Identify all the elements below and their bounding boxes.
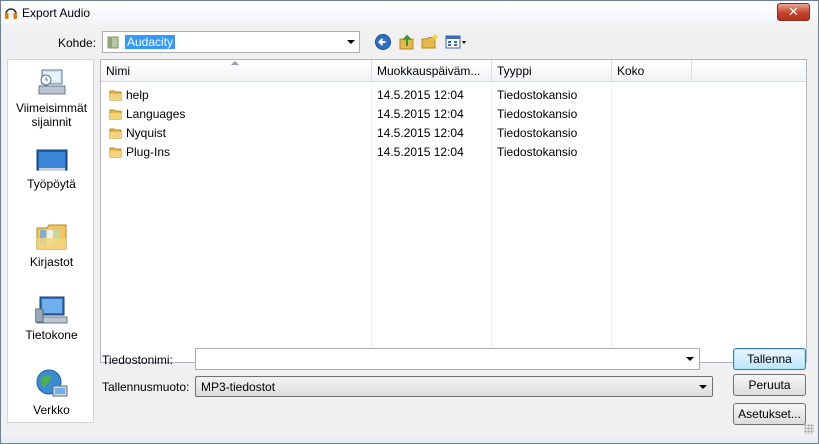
place-libraries[interactable]: Kirjastot: [8, 220, 95, 269]
place-label: Kirjastot: [29, 255, 74, 269]
look-in-dropdown[interactable]: Audacity: [102, 31, 360, 53]
save-as-type-dropdown[interactable]: MP3-tiedostot: [195, 376, 713, 397]
save-as-type-value: MP3-tiedostot: [201, 380, 276, 394]
place-network[interactable]: Verkko: [8, 368, 95, 417]
folder-icon: [107, 36, 119, 49]
list-header: Nimi Muokkauspäiväm... Tyyppi Koko: [101, 60, 806, 82]
folder-icon: [109, 90, 122, 101]
look-in-label: Kohde:: [58, 36, 97, 50]
column-header-name[interactable]: Nimi: [101, 60, 372, 82]
column-header-modified[interactable]: Muokkauspäiväm...: [372, 60, 492, 82]
file-row[interactable]: Nyquist 14.5.2015 12:04 Tiedostokansio: [101, 124, 806, 143]
column-header-size[interactable]: Koko: [612, 60, 692, 82]
network-icon: [36, 369, 67, 397]
cancel-button[interactable]: Peruuta: [733, 374, 806, 396]
file-type: Tiedostokansio: [497, 107, 578, 121]
file-type: Tiedostokansio: [497, 145, 578, 159]
file-name: Nyquist: [126, 126, 167, 140]
place-computer[interactable]: Tietokone: [8, 295, 95, 342]
place-label: Viimeisimmät: [15, 101, 88, 115]
chevron-down-icon[interactable]: [347, 40, 355, 44]
file-row[interactable]: Languages 14.5.2015 12:04 Tiedostokansio: [101, 105, 806, 124]
desktop-icon: [36, 149, 67, 171]
look-in-value: Audacity: [125, 35, 176, 49]
close-button[interactable]: ✕: [777, 3, 810, 21]
save-button[interactable]: Tallenna: [733, 348, 806, 370]
file-modified: 14.5.2015 12:04: [377, 88, 464, 102]
column-header-type[interactable]: Tyyppi: [492, 60, 612, 82]
recent-places-icon: [38, 69, 65, 95]
back-arrow-icon[interactable]: [374, 33, 392, 51]
file-modified: 14.5.2015 12:04: [377, 126, 464, 140]
export-audio-dialog: Export Audio ✕ Kohde: Audacity Viimeisim…: [0, 0, 819, 444]
place-recent[interactable]: Viimeisimmät sijainnit: [8, 68, 95, 129]
place-label: Työpöytä: [27, 177, 76, 191]
audacity-headphones-icon: [5, 8, 17, 19]
sort-ascending-icon: [231, 61, 239, 65]
title-bar[interactable]: Export Audio ✕: [1, 1, 818, 25]
file-name-input[interactable]: [195, 348, 700, 370]
place-label: Verkko: [33, 403, 70, 417]
file-type: Tiedostokansio: [497, 126, 578, 140]
chevron-down-icon[interactable]: [686, 357, 694, 361]
place-desktop[interactable]: Työpöytä: [8, 148, 95, 191]
place-label: Tietokone: [25, 328, 78, 342]
computer-icon: [34, 296, 67, 324]
file-modified: 14.5.2015 12:04: [377, 107, 464, 121]
folder-icon: [109, 147, 122, 158]
file-modified: 14.5.2015 12:04: [377, 145, 464, 159]
file-list[interactable]: Nimi Muokkauspäiväm... Tyyppi Koko help …: [100, 59, 807, 363]
options-button[interactable]: Asetukset...: [733, 403, 806, 425]
place-label: sijainnit: [31, 115, 72, 129]
dialog-client-area: Kohde: Audacity Viimeisimmät sijainnit T…: [2, 25, 817, 437]
save-as-type-label: Tallennusmuoto:: [102, 380, 190, 394]
file-type: Tiedostokansio: [497, 88, 578, 102]
folder-icon: [109, 109, 122, 120]
window-title: Export Audio: [22, 6, 91, 20]
chevron-down-icon[interactable]: [699, 385, 707, 389]
file-name: help: [126, 88, 149, 102]
view-menu-icon[interactable]: [445, 33, 469, 51]
file-name: Languages: [126, 107, 186, 121]
libraries-icon: [36, 224, 66, 250]
file-name-label: Tiedostonimi:: [102, 353, 173, 367]
close-icon: ✕: [788, 4, 799, 19]
up-folder-icon[interactable]: [398, 33, 416, 51]
new-folder-icon[interactable]: [421, 33, 439, 51]
folder-icon: [109, 128, 122, 139]
places-bar: Viimeisimmät sijainnit Työpöytä Kirjasto…: [7, 59, 94, 423]
file-name: Plug-Ins: [126, 145, 171, 159]
file-row[interactable]: Plug-Ins 14.5.2015 12:04 Tiedostokansio: [101, 143, 806, 162]
file-row[interactable]: help 14.5.2015 12:04 Tiedostokansio: [101, 86, 806, 105]
resize-grip[interactable]: [804, 424, 814, 434]
